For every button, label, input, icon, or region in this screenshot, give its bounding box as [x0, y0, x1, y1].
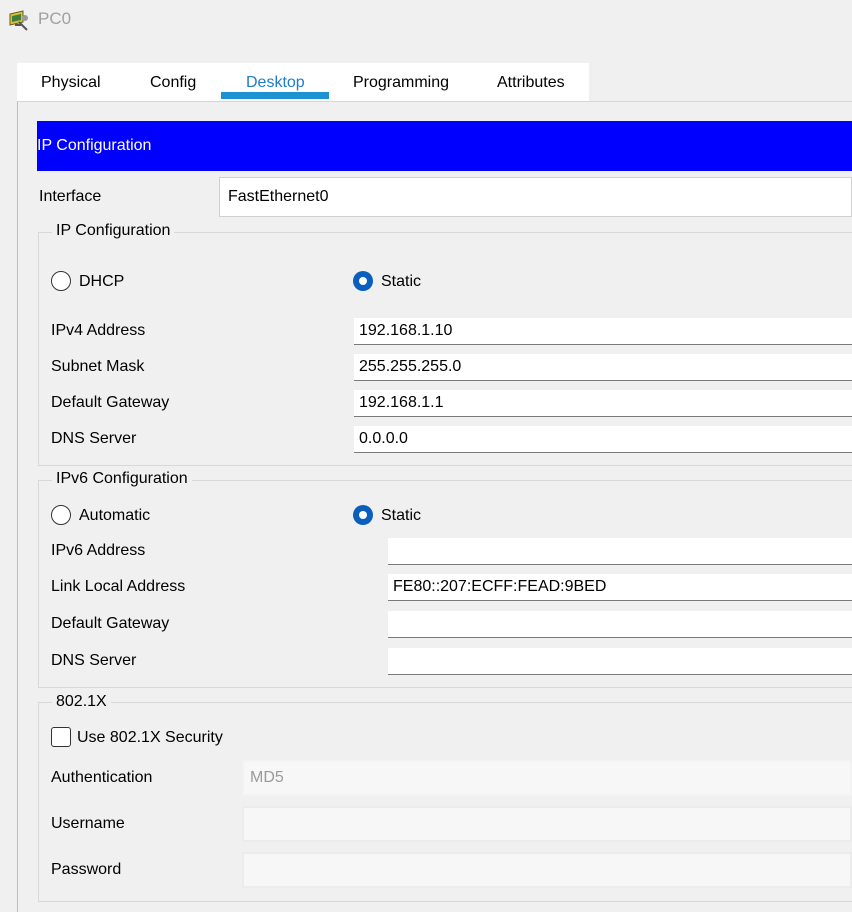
dhcp-radio[interactable]	[51, 271, 71, 291]
dhcp-label: DHCP	[79, 273, 125, 290]
tab-desktop[interactable]: Desktop	[246, 74, 305, 92]
authentication-select[interactable]: MD5	[242, 760, 852, 796]
subnet-mask-value: 255.255.255.0	[359, 358, 462, 375]
ipv4-address-value: 192.168.1.10	[359, 322, 453, 339]
dns-server-label-ipv6: DNS Server	[51, 652, 137, 669]
ipv4-address-label: IPv4 Address	[51, 322, 146, 339]
window-titlebar: PC0	[0, 0, 852, 40]
username-field[interactable]	[242, 806, 852, 842]
automatic-label: Automatic	[79, 507, 151, 524]
tab-config[interactable]: Config	[150, 74, 196, 92]
default-gateway-label-ipv4: Default Gateway	[51, 394, 170, 411]
password-label: Password	[51, 861, 122, 878]
use-8021x-security-label: Use 802.1X Security	[77, 729, 223, 746]
ipv4-config-legend: IP Configuration	[52, 222, 175, 240]
username-label: Username	[51, 815, 125, 832]
authentication-label: Authentication	[51, 769, 153, 786]
default-gateway-field-ipv6[interactable]	[388, 611, 852, 638]
ipv6-config-legend: IPv6 Configuration	[52, 470, 192, 488]
link-local-address-value: FE80::207:ECFF:FEAD:9BED	[393, 578, 607, 595]
dns-server-label-ipv4: DNS Server	[51, 430, 137, 447]
tab-bar: Physical Config Desktop Programming Attr…	[17, 63, 589, 101]
ip-configuration-banner: IP Configuration	[37, 121, 852, 171]
subnet-mask-label: Subnet Mask	[51, 358, 145, 375]
automatic-radio[interactable]	[51, 505, 71, 525]
authentication-value: MD5	[250, 769, 284, 786]
interface-value: FastEthernet0	[228, 188, 329, 205]
static-radio-ipv6[interactable]	[353, 505, 373, 525]
tab-physical[interactable]: Physical	[41, 74, 101, 92]
link-local-address-field[interactable]: FE80::207:ECFF:FEAD:9BED	[388, 574, 852, 601]
use-8021x-security-checkbox[interactable]	[51, 727, 71, 747]
dot1x-legend: 802.1X	[52, 693, 111, 711]
banner-title: IP Configuration	[37, 137, 152, 154]
ipv4-address-field[interactable]: 192.168.1.10	[354, 318, 852, 345]
tab-attributes[interactable]: Attributes	[497, 74, 565, 92]
ipv6-address-label: IPv6 Address	[51, 542, 146, 559]
dns-server-value-ipv4: 0.0.0.0	[359, 430, 408, 447]
default-gateway-label-ipv6: Default Gateway	[51, 615, 170, 632]
dns-server-field-ipv4[interactable]: 0.0.0.0	[354, 426, 852, 453]
static-label-ipv6: Static	[381, 507, 422, 524]
interface-select[interactable]: FastEthernet0	[219, 177, 852, 217]
static-label-ipv4: Static	[381, 273, 422, 290]
ipv6-address-field[interactable]	[388, 538, 852, 565]
pc-device-icon	[9, 10, 28, 31]
interface-label: Interface	[39, 188, 102, 205]
window-title: PC0	[38, 9, 72, 28]
tab-programming[interactable]: Programming	[353, 74, 449, 92]
subnet-mask-field[interactable]: 255.255.255.0	[354, 354, 852, 381]
default-gateway-field-ipv4[interactable]: 192.168.1.1	[354, 390, 852, 417]
password-field[interactable]	[242, 852, 852, 888]
static-radio-ipv4[interactable]	[353, 271, 373, 291]
default-gateway-value-ipv4: 192.168.1.1	[359, 394, 444, 411]
active-tab-indicator	[221, 92, 329, 99]
dns-server-field-ipv6[interactable]	[388, 648, 852, 675]
link-local-address-label: Link Local Address	[51, 578, 186, 595]
